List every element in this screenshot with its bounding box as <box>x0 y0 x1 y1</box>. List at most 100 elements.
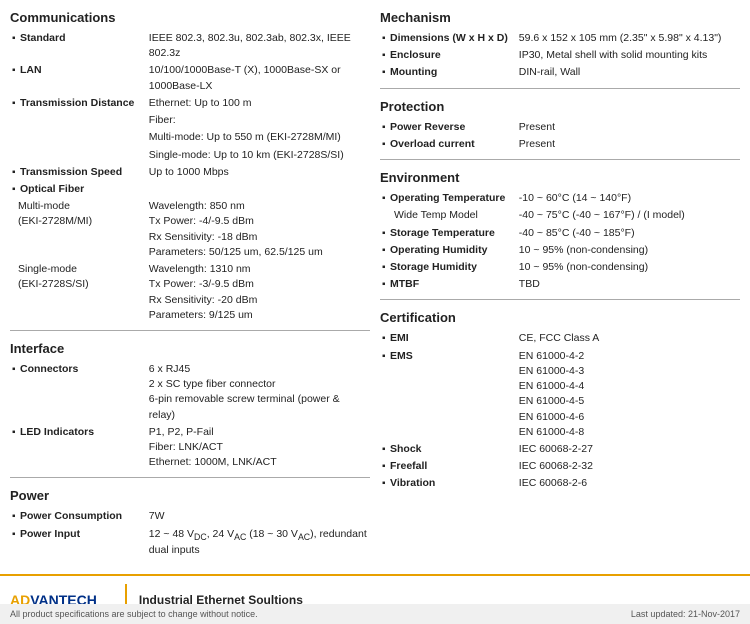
environment-title: Environment <box>380 170 740 185</box>
table-row: Shock IEC 60068-2-27 <box>380 441 740 458</box>
interface-title: Interface <box>10 341 370 356</box>
transmission-distance-value: Ethernet: Up to 100 m <box>147 95 370 112</box>
table-row: Fiber: <box>10 112 370 129</box>
emi-value: CE, FCC Class A <box>517 330 740 347</box>
vibration-value: IEC 60068-2-6 <box>517 475 740 492</box>
protection-table: Power Reverse Present Overload current P… <box>380 119 740 153</box>
table-row: Power Consumption 7W <box>10 508 370 525</box>
mechanism-table: Dimensions (W x H x D) 59.6 x 152 x 105 … <box>380 30 740 82</box>
vibration-label: Vibration <box>382 477 435 489</box>
divider-power <box>10 477 370 478</box>
divider-certification <box>380 299 740 300</box>
table-row: Single-mode: Up to 10 km (EKI-2728S/SI) <box>10 147 370 164</box>
singlemode-distance-value: Single-mode: Up to 10 km (EKI-2728S/SI) <box>147 147 370 164</box>
multimode-specs: Wavelength: 850 nmTx Power: -4/-9.5 dBmR… <box>147 198 370 261</box>
table-row: Vibration IEC 60068-2-6 <box>380 475 740 492</box>
communications-table: Standard IEEE 802.3, 802.3u, 802.3ab, 80… <box>10 30 370 324</box>
wide-temp-value: -40 ~ 75°C (-40 ~ 167°F) / (I model) <box>517 207 740 224</box>
multimode-distance-value: Multi-mode: Up to 550 m (EKI-2728M/MI) <box>147 129 370 146</box>
ems-label: EMS <box>382 350 413 362</box>
power-input-label: Power Input <box>12 528 80 540</box>
lan-label: LAN <box>12 64 42 76</box>
table-row: LED Indicators P1, P2, P-FailFiber: LNK/… <box>10 424 370 472</box>
enclosure-label: Enclosure <box>382 49 441 61</box>
freefall-value: IEC 60068-2-32 <box>517 458 740 475</box>
table-row: Operating Humidity 10 ~ 95% (non-condens… <box>380 242 740 259</box>
shock-label: Shock <box>382 443 422 455</box>
enclosure-value: IP30, Metal shell with solid mounting ki… <box>517 47 740 64</box>
table-row: Connectors 6 x RJ452 x SC type fiber con… <box>10 361 370 424</box>
freefall-label: Freefall <box>382 460 427 472</box>
mtbf-value: TBD <box>517 276 740 293</box>
table-row: EMI CE, FCC Class A <box>380 330 740 347</box>
table-row: Mounting DIN-rail, Wall <box>380 64 740 81</box>
storage-temp-label: Storage Temperature <box>382 227 495 239</box>
table-row: LAN 10/100/1000Base-T (X), 1000Base-SX o… <box>10 62 370 94</box>
table-row: Optical Fiber <box>10 181 370 198</box>
power-table: Power Consumption 7W Power Input 12 ~ 48… <box>10 508 370 559</box>
table-row: Storage Humidity 10 ~ 95% (non-condensin… <box>380 259 740 276</box>
right-column: Mechanism Dimensions (W x H x D) 59.6 x … <box>380 10 740 564</box>
protection-title: Protection <box>380 99 740 114</box>
singlemode-sub-label: Single-mode(EKI-2728S/SI) <box>10 261 147 324</box>
left-column: Communications Standard IEEE 802.3, 802.… <box>10 10 370 564</box>
storage-temp-value: -40 ~ 85°C (-40 ~ 185°F) <box>517 225 740 242</box>
fiber-label: Fiber: <box>147 112 370 129</box>
power-consumption-label: Power Consumption <box>12 510 122 522</box>
mounting-label: Mounting <box>382 66 437 78</box>
emi-label: EMI <box>382 332 409 344</box>
led-indicators-label: LED Indicators <box>12 426 94 438</box>
transmission-distance-label: Transmission Distance <box>12 97 134 109</box>
transmission-speed-value: Up to 1000 Mbps <box>147 164 370 181</box>
table-row: Power Input 12 ~ 48 VDC, 24 VAC (18 ~ 30… <box>10 526 370 560</box>
storage-humidity-label: Storage Humidity <box>382 261 477 273</box>
table-row: Multi-mode: Up to 550 m (EKI-2728M/MI) <box>10 129 370 146</box>
power-input-value: 12 ~ 48 VDC, 24 VAC (18 ~ 30 VAC), redun… <box>147 526 370 560</box>
table-row: Dimensions (W x H x D) 59.6 x 152 x 105 … <box>380 30 740 47</box>
power-title: Power <box>10 488 370 503</box>
certification-title: Certification <box>380 310 740 325</box>
singlemode-specs: Wavelength: 1310 nmTx Power: -3/-9.5 dBm… <box>147 261 370 324</box>
power-consumption-value: 7W <box>147 508 370 525</box>
power-reverse-label: Power Reverse <box>382 121 465 133</box>
communications-title: Communications <box>10 10 370 25</box>
table-row: Standard IEEE 802.3, 802.3u, 802.3ab, 80… <box>10 30 370 62</box>
table-row: Enclosure IP30, Metal shell with solid m… <box>380 47 740 64</box>
multimode-sub-label: Multi-mode(EKI-2728M/MI) <box>10 198 147 261</box>
mounting-value: DIN-rail, Wall <box>517 64 740 81</box>
optical-fiber-value <box>147 181 370 198</box>
operating-temp-value: -10 ~ 60°C (14 ~ 140°F) <box>517 190 740 207</box>
table-row: Overload current Present <box>380 136 740 153</box>
power-reverse-value: Present <box>517 119 740 136</box>
table-row: Multi-mode(EKI-2728M/MI) Wavelength: 850… <box>10 198 370 261</box>
connectors-label: Connectors <box>12 363 78 375</box>
shock-value: IEC 60068-2-27 <box>517 441 740 458</box>
standard-label: Standard <box>12 32 66 44</box>
table-row: Operating Temperature -10 ~ 60°C (14 ~ 1… <box>380 190 740 207</box>
operating-humidity-label: Operating Humidity <box>382 244 487 256</box>
table-row: MTBF TBD <box>380 276 740 293</box>
storage-humidity-value: 10 ~ 95% (non-condensing) <box>517 259 740 276</box>
dimensions-value: 59.6 x 152 x 105 mm (2.35" x 5.98" x 4.1… <box>517 30 740 47</box>
divider-protection <box>380 88 740 89</box>
table-row: EMS EN 61000-4-2EN 61000-4-3EN 61000-4-4… <box>380 348 740 441</box>
disclaimer-text: All product specifications are subject t… <box>10 609 258 619</box>
table-row: Storage Temperature -40 ~ 85°C (-40 ~ 18… <box>380 225 740 242</box>
table-row: Wide Temp Model -40 ~ 75°C (-40 ~ 167°F)… <box>380 207 740 224</box>
connectors-value: 6 x RJ452 x SC type fiber connector6-pin… <box>147 361 370 424</box>
last-updated-text: Last updated: 21-Nov-2017 <box>631 609 740 619</box>
dimensions-label: Dimensions (W x H x D) <box>382 32 508 44</box>
ems-value: EN 61000-4-2EN 61000-4-3EN 61000-4-4EN 6… <box>517 348 740 441</box>
divider-interface <box>10 330 370 331</box>
operating-temp-label: Operating Temperature <box>382 192 505 204</box>
optical-fiber-label: Optical Fiber <box>12 183 84 195</box>
overload-current-value: Present <box>517 136 740 153</box>
table-row: Transmission Distance Ethernet: Up to 10… <box>10 95 370 112</box>
footer-bottom: All product specifications are subject t… <box>0 604 750 624</box>
standard-value: IEEE 802.3, 802.3u, 802.3ab, 802.3x, IEE… <box>147 30 370 62</box>
lan-value: 10/100/1000Base-T (X), 1000Base-SX or 10… <box>147 62 370 94</box>
led-indicators-value: P1, P2, P-FailFiber: LNK/ACTEthernet: 10… <box>147 424 370 472</box>
overload-current-label: Overload current <box>382 138 475 150</box>
transmission-speed-label: Transmission Speed <box>12 166 122 178</box>
divider-environment <box>380 159 740 160</box>
